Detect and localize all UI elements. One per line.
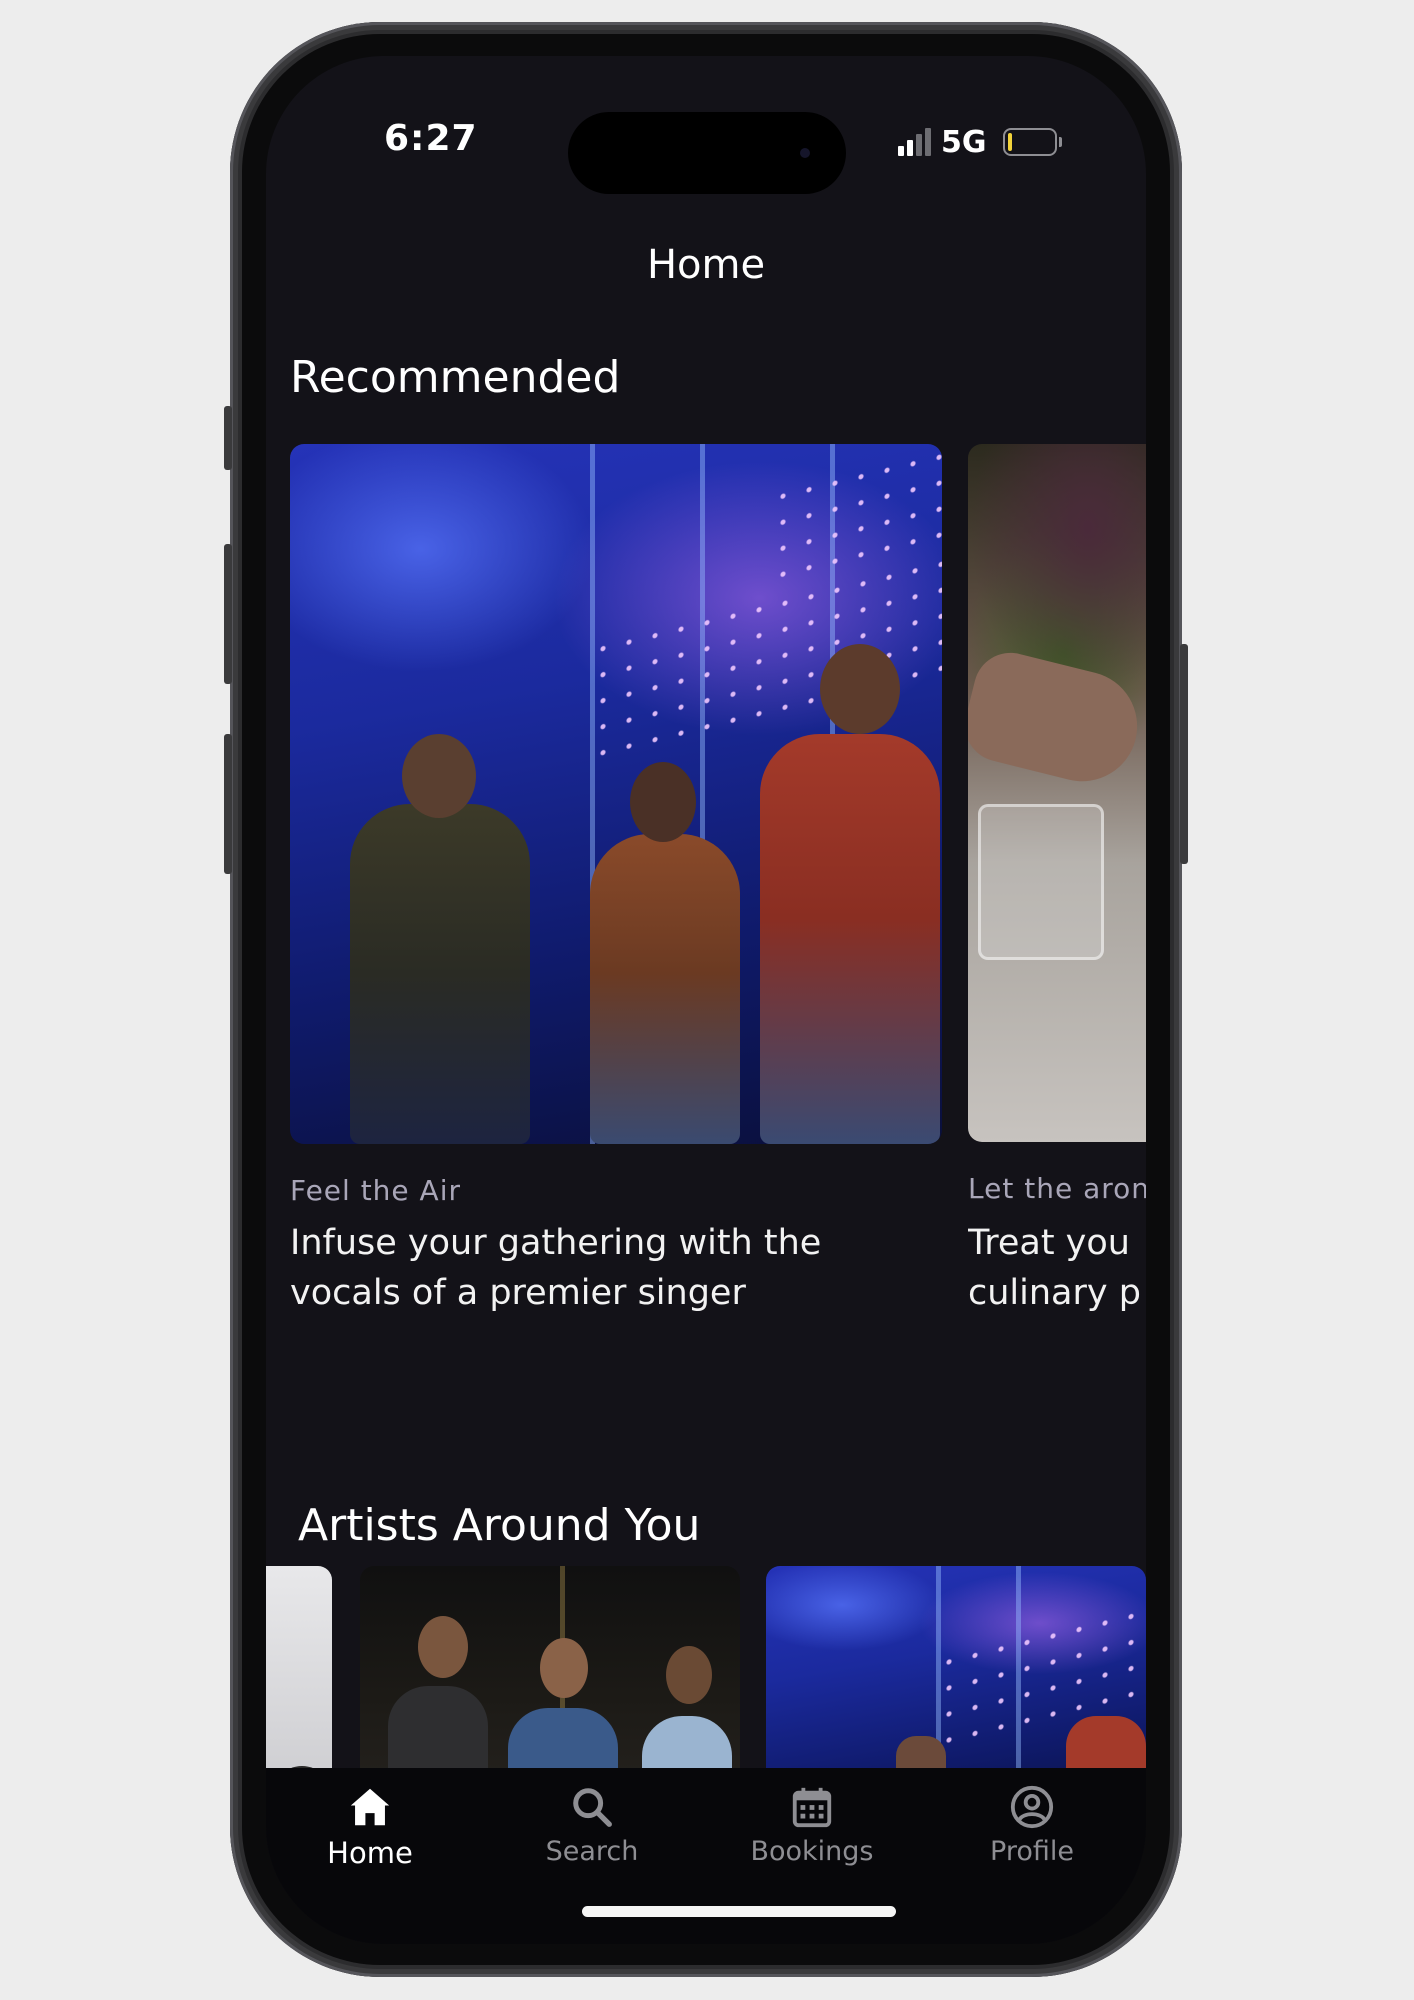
home-indicator[interactable] (582, 1906, 896, 1917)
tab-label: Search (545, 1836, 639, 1867)
card-headline[interactable]: Infuse your gathering with the vocals of… (290, 1218, 930, 1318)
tab-search[interactable]: Search (492, 1784, 692, 1867)
recommended-card-image-chef[interactable] (968, 444, 1146, 1142)
page-title: Home (646, 242, 766, 288)
status-indicators: 5G (898, 124, 1062, 160)
network-type: 5G (941, 124, 987, 160)
artists-heading: Artists Around You (298, 1500, 701, 1551)
app-screen: 6:27 5G Home Recommended Feel the Air In… (266, 56, 1146, 1944)
volume-down-button (224, 734, 232, 874)
card-headline[interactable]: Treat you culinary p (968, 1218, 1146, 1318)
dynamic-island (568, 112, 846, 194)
tab-label: Profile (990, 1836, 1074, 1867)
action-button (224, 406, 232, 470)
status-time: 6:27 (384, 118, 478, 159)
profile-icon (1010, 1785, 1054, 1829)
tab-bar: Home Search Bookings Profile (266, 1768, 1146, 1944)
tab-label: Home (327, 1836, 413, 1870)
home-icon (350, 1788, 390, 1826)
signal-icon (898, 128, 931, 156)
tab-profile[interactable]: Profile (932, 1784, 1132, 1867)
card-subtitle: Feel the Air (290, 1174, 462, 1207)
power-button (1180, 644, 1188, 864)
phone-frame: 6:27 5G Home Recommended Feel the Air In… (224, 22, 1188, 1977)
tab-bookings[interactable]: Bookings (712, 1784, 912, 1867)
volume-up-button (224, 544, 232, 684)
card-subtitle: Let the aron (968, 1172, 1146, 1205)
battery-icon (1002, 128, 1062, 156)
search-icon (573, 1788, 612, 1827)
tab-home[interactable]: Home (270, 1784, 470, 1870)
calendar-icon (792, 1787, 832, 1828)
recommended-heading: Recommended (290, 352, 621, 403)
recommended-card-image-singer[interactable] (290, 444, 942, 1144)
tab-label: Bookings (750, 1836, 874, 1867)
